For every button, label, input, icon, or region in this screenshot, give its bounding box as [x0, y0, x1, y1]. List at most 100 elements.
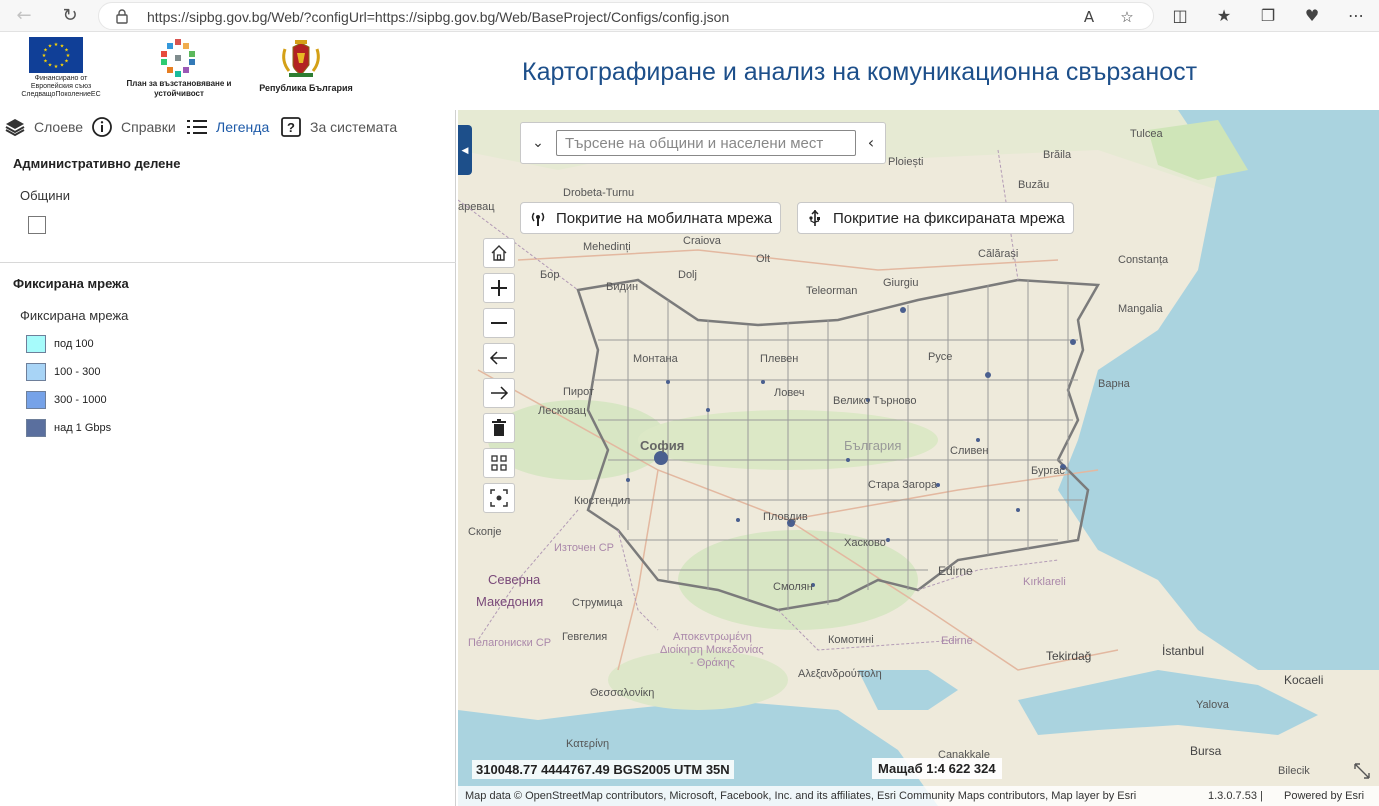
- tab-layers-label: Слоеве: [34, 119, 84, 135]
- place-label: Гевгелия: [562, 631, 607, 643]
- collections-icon[interactable]: ❐: [1256, 4, 1280, 28]
- home-button[interactable]: [483, 238, 515, 268]
- place-label: Buzău: [1018, 179, 1049, 191]
- place-label: Mehedinți: [583, 241, 631, 253]
- mobile-coverage-button[interactable]: Покритие на мобилната мрежа: [520, 202, 782, 234]
- legend-item: 100 - 300: [26, 362, 100, 382]
- place-label: аревац: [458, 201, 495, 213]
- legend-label: над 1 Gbps: [54, 422, 112, 434]
- svg-text:★: ★: [54, 64, 59, 70]
- cable-icon: [809, 209, 820, 226]
- next-extent-button[interactable]: [483, 378, 515, 408]
- map-view[interactable]: Tulcea Ploiești Brăila Buzău Drobeta-Tur…: [458, 110, 1379, 806]
- place-label: Edirne: [938, 564, 973, 578]
- split-screen-icon[interactable]: ◫: [1168, 4, 1192, 28]
- chevron-down-icon[interactable]: ⌄: [527, 132, 549, 154]
- recovery-plan-mark-icon: [161, 39, 195, 77]
- place-label: Пловдив: [763, 511, 808, 523]
- more-menu-icon[interactable]: ⋯: [1344, 4, 1368, 28]
- place-label: Хасково: [844, 537, 886, 549]
- svg-text:★: ★: [60, 63, 65, 69]
- place-label: Bursa: [1190, 744, 1222, 758]
- layers-icon: [5, 119, 25, 137]
- place-label: Смолян: [773, 581, 813, 593]
- help-icon: ?: [281, 117, 301, 137]
- place-label: Edirne: [941, 635, 973, 647]
- place-label: Giurgiu: [883, 277, 918, 289]
- read-aloud-icon[interactable]: A: [1079, 7, 1099, 27]
- back-arrow-icon[interactable]: ←: [12, 4, 36, 28]
- place-label: Teleorman: [806, 285, 857, 297]
- place-label: Κατερίνη: [566, 738, 609, 750]
- chevron-left-icon[interactable]: ‹: [861, 132, 881, 154]
- svg-text:★: ★: [64, 59, 69, 65]
- app-header: ★ ★ ★ ★ ★ ★ ★ ★ ★ ★ ★ ★ Финансирано от Европейски…: [0, 32, 1379, 110]
- select-area-button[interactable]: [483, 448, 515, 478]
- zoom-in-icon: [491, 280, 507, 296]
- tab-reports-label: Справки: [121, 119, 176, 135]
- place-label: Brăila: [1043, 149, 1072, 161]
- favorites-icon[interactable]: ★: [1212, 4, 1236, 28]
- place-label: Скопје: [468, 526, 502, 538]
- place-label: Tulcea: [1130, 128, 1163, 140]
- place-label: Ловеч: [774, 387, 805, 399]
- municipalities-checkbox[interactable]: [28, 216, 46, 234]
- legend-item: над 1 Gbps: [26, 418, 111, 438]
- place-label: Бургас: [1031, 465, 1065, 477]
- place-label: Източен СР: [554, 542, 614, 554]
- place-label: Русе: [928, 351, 952, 363]
- legend-item: под 100: [26, 334, 94, 354]
- panel-collapse-handle[interactable]: ◀: [458, 125, 472, 175]
- place-label: Бор: [540, 269, 559, 281]
- place-label: - Θράκης: [690, 657, 735, 669]
- expand-icon[interactable]: [1354, 763, 1370, 779]
- browser-toolbar: ← ↻ https://sipbg.gov.bg/Web/?configUrl=…: [0, 0, 1379, 32]
- zoom-out-icon: [491, 322, 507, 324]
- extension-icon[interactable]: ♥: [1300, 4, 1324, 28]
- place-label: Кюстендил: [574, 495, 630, 507]
- search-input[interactable]: [556, 130, 856, 156]
- tab-about[interactable]: ? За системата: [280, 114, 397, 140]
- section-title-fixed: Фиксирана мрежа: [13, 276, 129, 291]
- tab-legend[interactable]: Легенда: [186, 114, 269, 140]
- place-label: İstanbul: [1162, 644, 1204, 658]
- place-label: Αλεξανδρούπολη: [798, 668, 882, 680]
- fixed-coverage-label: Покритие на фиксираната мрежа: [833, 209, 1065, 227]
- place-label: Kocaeli: [1284, 673, 1323, 687]
- prev-extent-icon: [489, 351, 507, 365]
- svg-text:★: ★: [42, 53, 47, 59]
- focus-select-button[interactable]: [483, 483, 515, 513]
- favorite-star-icon[interactable]: ☆: [1117, 7, 1137, 27]
- mobile-coverage-label: Покритие на мобилната мрежа: [556, 209, 773, 227]
- reload-icon[interactable]: ↻: [58, 4, 82, 28]
- place-label: Велико Търново: [833, 395, 917, 407]
- place-label: Плевен: [760, 353, 798, 365]
- fixed-coverage-button[interactable]: Покритие на фиксираната мрежа: [797, 202, 1074, 234]
- place-label: Călărași: [978, 248, 1018, 260]
- clear-button[interactable]: [483, 413, 515, 443]
- attribution-text: Map data © OpenStreetMap contributors, M…: [465, 790, 1137, 802]
- previous-extent-button[interactable]: [483, 343, 515, 373]
- address-bar[interactable]: https://sipbg.gov.bg/Web/?configUrl=http…: [98, 2, 1154, 30]
- place-label: Сливен: [950, 445, 988, 457]
- place-label: Комотині: [828, 634, 874, 646]
- recovery-plan-caption: План за възстановяване и устойчивост: [126, 79, 232, 98]
- place-label: Ploiești: [888, 156, 923, 168]
- eu-logo-caption: Финансирано от Европейския съюз Следващо…: [21, 75, 101, 98]
- place-label: Constanța: [1118, 254, 1169, 266]
- zoom-out-button[interactable]: [483, 308, 515, 338]
- info-icon: [92, 117, 112, 137]
- section-title-admin: Административно делене: [13, 156, 181, 171]
- trash-icon: [492, 419, 506, 436]
- place-label: Αποκεντρωμένη: [673, 631, 752, 643]
- place-label: Пелагониски СР: [468, 637, 551, 649]
- scale-readout: Мащаб 1:4 622 324: [872, 758, 1002, 779]
- legend-label: под 100: [54, 338, 94, 350]
- tab-layers[interactable]: Слоеве: [4, 114, 83, 140]
- place-label: София: [640, 438, 684, 453]
- tab-reports[interactable]: Справки: [91, 114, 176, 140]
- zoom-in-button[interactable]: [483, 273, 515, 303]
- place-label: Стара Загора: [868, 479, 938, 491]
- powered-by-link[interactable]: Powered by Esri: [1284, 790, 1364, 802]
- version-text: 1.3.0.7.53 |: [1208, 790, 1263, 802]
